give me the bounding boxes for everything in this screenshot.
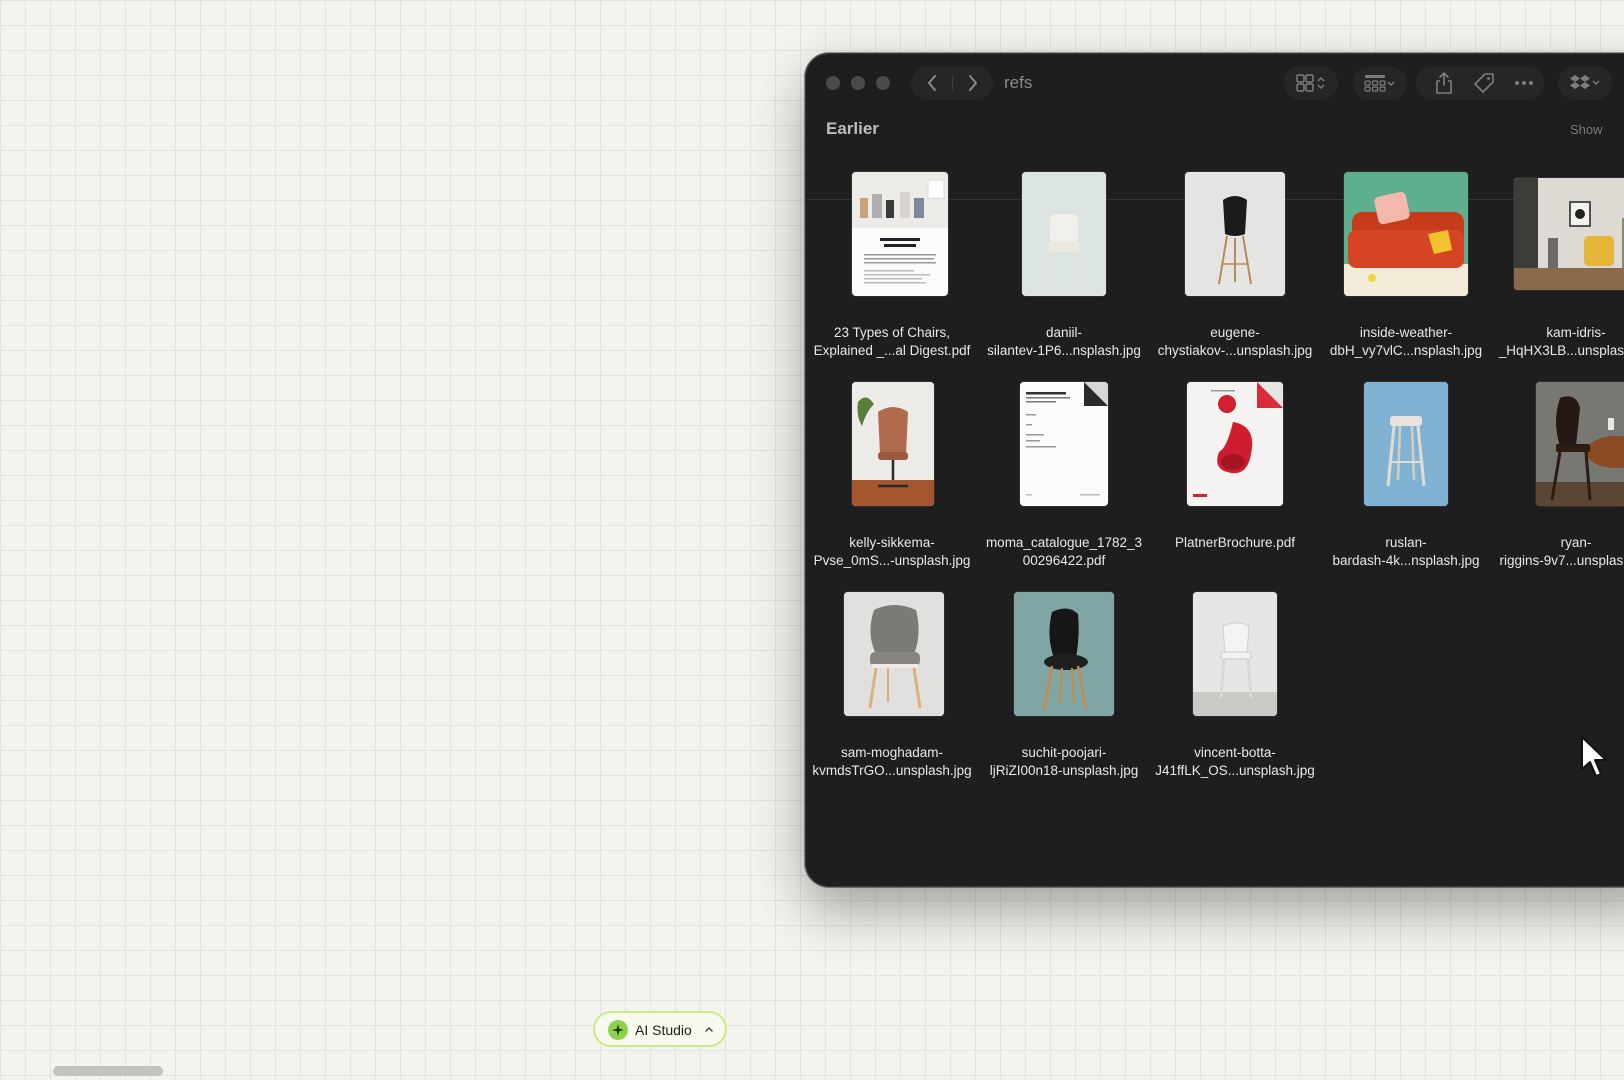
image-thumbnail <box>1364 382 1448 506</box>
forward-icon <box>968 75 977 91</box>
zoom-window-button[interactable] <box>876 76 890 90</box>
image-thumbnail <box>1536 382 1624 506</box>
back-button[interactable] <box>911 66 952 100</box>
share-icon <box>1436 72 1452 94</box>
group-by-button[interactable] <box>1353 66 1407 100</box>
tag-icon <box>1474 73 1494 93</box>
image-thumbnail <box>1344 172 1468 296</box>
window-titlebar: refs <box>806 54 1624 112</box>
file-name: moma_catalogue_1782_3 00296422.pdf <box>985 535 1143 568</box>
navigation-group <box>911 66 993 100</box>
dropbox-button[interactable] <box>1558 66 1612 100</box>
file-name: suchit-poojari- ljRiZI00n18-unsplash.jpg <box>989 745 1139 778</box>
image-thumbnail <box>1014 592 1114 716</box>
file-name: kelly-sikkema- Pvse_0mS...-unsplash.jpg <box>813 535 971 568</box>
show-more-link[interactable]: Show <box>1570 122 1603 137</box>
file-name: 23 Types of Chairs, Explained _...al Dig… <box>813 325 971 358</box>
file-name: eugene- chystiakov-...unsplash.jpg <box>1157 325 1313 358</box>
window-title: refs <box>1004 73 1033 92</box>
close-window-button[interactable] <box>826 76 840 90</box>
section-title: Earlier <box>826 119 879 138</box>
finder-window: refs Earlier Show 23 Types of Chairs, Ex… <box>805 53 1624 887</box>
more-icon <box>1515 81 1533 85</box>
file-name: kam-idris- _HqHX3LB...unsplash.jpg <box>1498 325 1624 358</box>
file-name: ryan- riggins-9v7...unsplash.jpg <box>1499 535 1624 568</box>
file-name: vincent-botta- J41ffLK_OS...unsplash.jpg <box>1155 745 1315 778</box>
tag-button[interactable] <box>1472 71 1496 95</box>
file-name: PlatnerBrochure.pdf <box>1174 535 1296 550</box>
dropbox-icon <box>1570 75 1600 89</box>
file-name: ruslan- bardash-4k...nsplash.jpg <box>1332 535 1480 568</box>
chevron-up-icon <box>705 1026 713 1032</box>
more-button[interactable] <box>1512 71 1536 95</box>
file-name: sam-moghadam- kvmdsTrGO...unsplash.jpg <box>812 745 972 778</box>
share-button[interactable] <box>1432 71 1456 95</box>
mouse-cursor-icon <box>1581 736 1607 777</box>
ai-studio-button[interactable]: AI Studio <box>593 1011 727 1047</box>
image-thumbnail <box>1022 172 1106 296</box>
minimize-window-button[interactable] <box>851 76 865 90</box>
grid-view-icon <box>1296 74 1325 92</box>
pdf-thumbnail <box>1187 382 1283 506</box>
image-thumbnail <box>844 592 944 716</box>
image-thumbnail <box>1193 592 1277 716</box>
ai-studio-label: AI Studio <box>635 1022 692 1038</box>
file-name: daniil- silantev-1P6...nsplash.jpg <box>987 325 1141 358</box>
horizontal-scrollbar[interactable] <box>53 1066 163 1076</box>
pdf-thumbnail <box>852 172 948 296</box>
image-thumbnail <box>1514 178 1624 290</box>
image-thumbnail <box>1185 172 1285 296</box>
pdf-thumbnail <box>1020 382 1108 506</box>
forward-button[interactable] <box>952 66 993 100</box>
image-thumbnail <box>852 382 934 506</box>
group-by-icon <box>1364 75 1395 92</box>
back-icon <box>927 75 936 91</box>
file-name: inside-weather- dbH_vy7vlC...nsplash.jpg <box>1329 325 1483 358</box>
view-mode-button[interactable] <box>1284 66 1338 100</box>
ai-studio-logo-icon <box>608 1020 628 1040</box>
